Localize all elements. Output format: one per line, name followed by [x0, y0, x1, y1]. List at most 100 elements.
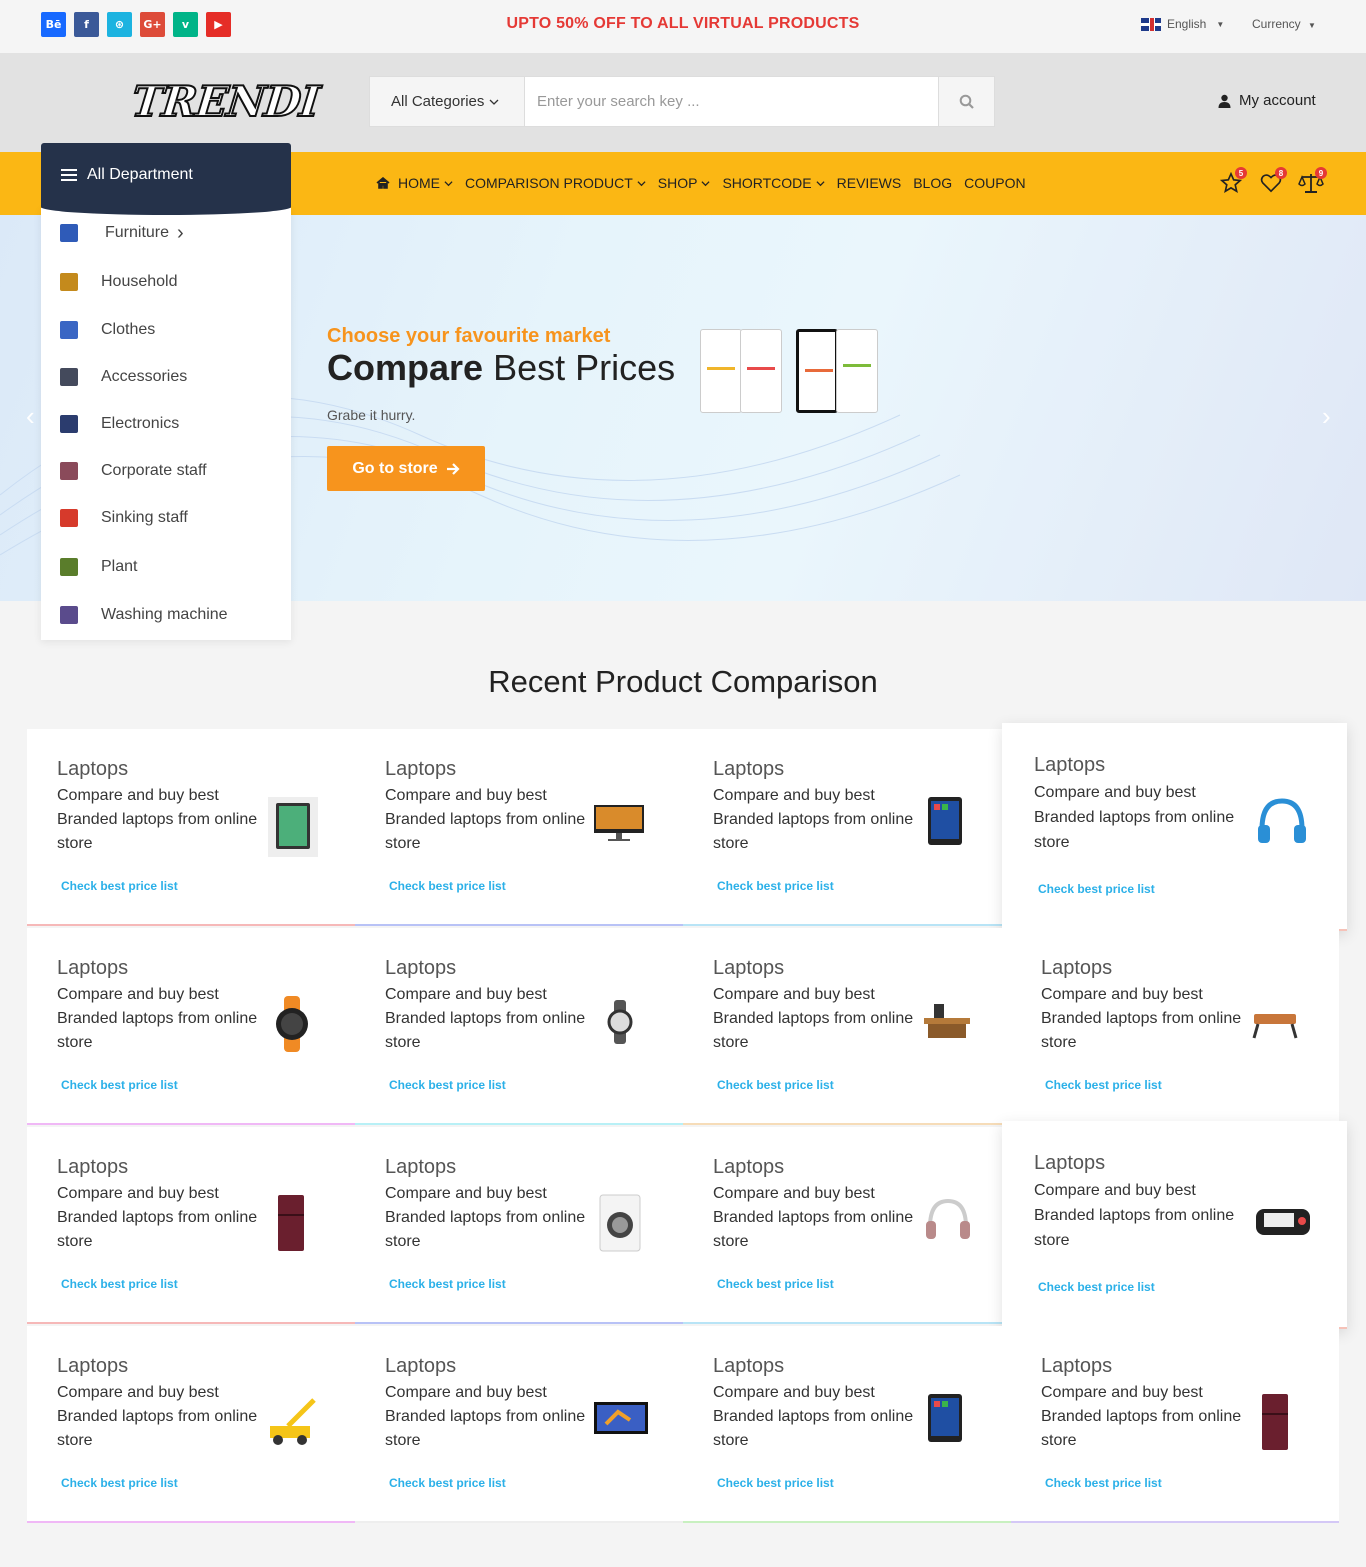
- nav-item-shortcode[interactable]: SHORTCODE: [722, 175, 825, 191]
- department-item-washing-machine[interactable]: Washing machine: [41, 603, 291, 627]
- hero-pretitle: Choose your favourite market: [327, 325, 611, 347]
- check-price-link[interactable]: Check best price list: [389, 879, 506, 893]
- nav-item-coupon[interactable]: COUPON: [964, 175, 1025, 191]
- desk-icon: [924, 1004, 970, 1038]
- comparison-card[interactable]: Laptops Compare and buy best Branded lapt…: [355, 729, 683, 926]
- search-category-label: All Categories: [391, 93, 485, 110]
- department-item-electronics[interactable]: Electronics: [41, 412, 291, 436]
- card-category: Laptops: [1041, 957, 1113, 979]
- card-category: Laptops: [385, 1355, 457, 1377]
- caret-down-icon: ▼: [1216, 19, 1225, 29]
- check-price-link[interactable]: Check best price list: [61, 879, 178, 893]
- nav-item-shop[interactable]: SHOP: [658, 175, 711, 191]
- smartphone-icon: [928, 797, 962, 845]
- nav-item-blog[interactable]: BLOG: [913, 175, 952, 191]
- check-price-link[interactable]: Check best price list: [1038, 882, 1155, 896]
- nav-actions: 5 8 9: [1218, 167, 1327, 195]
- comparison-card[interactable]: Laptops Compare and buy best Branded lapt…: [27, 1127, 355, 1324]
- card-category: Laptops: [57, 957, 129, 979]
- wishlist-button[interactable]: 8: [1258, 167, 1287, 195]
- comparison-card[interactable]: Laptops Compare and buy best Branded lapt…: [683, 729, 1011, 926]
- nav-item-label: SHOP: [657, 175, 698, 191]
- department-label: Washing machine: [101, 606, 228, 623]
- device-tablet-1: [700, 329, 742, 413]
- site-logo[interactable]: TRENDI: [128, 76, 322, 127]
- check-price-link[interactable]: Check best price list: [389, 1476, 506, 1490]
- nav-item-comparison-product[interactable]: COMPARISON PRODUCT: [465, 175, 646, 191]
- go-to-store-button[interactable]: Go to store: [327, 446, 485, 491]
- check-price-link[interactable]: Check best price list: [1045, 1476, 1162, 1490]
- department-item-plant[interactable]: Plant: [41, 555, 291, 579]
- currency-label: Currency: [1252, 17, 1301, 31]
- comparison-card[interactable]: Laptops Compare and buy best Branded lapt…: [355, 1127, 683, 1324]
- card-description: Compare and buy best Branded laptops fro…: [385, 986, 586, 1051]
- slider-prev-arrow[interactable]: ‹: [26, 401, 35, 432]
- compare-button[interactable]: 9: [1298, 167, 1327, 195]
- department-label: Clothes: [101, 321, 156, 338]
- comparison-card[interactable]: Laptops Compare and buy best Branded lapt…: [1002, 1121, 1347, 1329]
- comparison-card[interactable]: Laptops Compare and buy best Branded lapt…: [355, 1326, 683, 1523]
- plant-icon: [60, 558, 78, 576]
- comparison-card[interactable]: Laptops Compare and buy best Branded lapt…: [1011, 928, 1339, 1125]
- all-department-button[interactable]: All Department: [41, 143, 291, 215]
- check-price-link[interactable]: Check best price list: [61, 1078, 178, 1092]
- nav-item-home-icon: [376, 177, 390, 189]
- comparison-card[interactable]: Laptops Compare and buy best Branded lapt…: [27, 928, 355, 1125]
- search-button[interactable]: [938, 77, 994, 126]
- card-description: Compare and buy best Branded laptops fro…: [713, 1185, 914, 1250]
- department-item-clothes[interactable]: Clothes: [41, 318, 291, 342]
- washing-machine-icon: [60, 606, 78, 624]
- comparison-card[interactable]: Laptops Compare and buy best Branded lapt…: [27, 1326, 355, 1523]
- all-department-label: All Department: [87, 166, 193, 183]
- comparison-card[interactable]: Laptops Compare and buy best Branded lapt…: [683, 1127, 1011, 1324]
- chevron-down-icon: [701, 180, 710, 186]
- favorites-count: 5: [1235, 167, 1247, 179]
- department-item-corporate-staff[interactable]: Corporate staff: [41, 459, 291, 483]
- card-category: Laptops: [57, 1355, 129, 1377]
- headphones-icon: [1258, 798, 1306, 843]
- check-price-link[interactable]: Check best price list: [61, 1277, 178, 1291]
- check-price-link[interactable]: Check best price list: [389, 1277, 506, 1291]
- search-input[interactable]: [525, 77, 938, 126]
- user-icon: [1218, 94, 1231, 108]
- check-price-link[interactable]: Check best price list: [1045, 1078, 1162, 1092]
- card-description: Compare and buy best Branded laptops fro…: [713, 986, 914, 1051]
- check-price-link[interactable]: Check best price list: [61, 1476, 178, 1490]
- account-link[interactable]: My account: [1218, 92, 1316, 109]
- comparison-card[interactable]: Laptops Compare and buy best Branded lapt…: [1002, 723, 1347, 931]
- check-price-link[interactable]: Check best price list: [717, 1277, 834, 1291]
- check-price-link[interactable]: Check best price list: [717, 1078, 834, 1092]
- language-label: English: [1167, 17, 1207, 31]
- card-description: Compare and buy best Branded laptops fro…: [713, 1384, 914, 1449]
- uk-flag-icon: [1141, 17, 1161, 31]
- nav-item-reviews[interactable]: REVIEWS: [837, 175, 902, 191]
- chevron-right-icon: ›: [177, 221, 184, 244]
- check-price-link[interactable]: Check best price list: [717, 1476, 834, 1490]
- language-selector[interactable]: English ▼: [1141, 17, 1224, 31]
- favorites-button[interactable]: 5: [1218, 167, 1247, 195]
- card-description: Compare and buy best Branded laptops fro…: [1034, 1182, 1235, 1249]
- comparison-card[interactable]: Laptops Compare and buy best Branded lapt…: [27, 729, 355, 926]
- chevron-down-icon: [444, 180, 453, 186]
- department-item-accessories[interactable]: Accessories: [41, 365, 291, 389]
- department-label: Sinking staff: [101, 509, 188, 526]
- cuckoo-clock-icon: [60, 273, 78, 291]
- slider-next-arrow[interactable]: ›: [1322, 401, 1331, 432]
- department-item-furniture[interactable]: Furniture ›: [41, 221, 291, 245]
- department-item-sinking-staff[interactable]: Sinking staff: [41, 506, 291, 530]
- comparison-card[interactable]: Laptops Compare and buy best Branded lapt…: [1011, 1326, 1339, 1523]
- comparison-card[interactable]: Laptops Compare and buy best Branded lapt…: [683, 928, 1011, 1125]
- search-category-select[interactable]: All Categories: [370, 77, 525, 126]
- department-item-household[interactable]: Household: [41, 270, 291, 294]
- check-price-link[interactable]: Check best price list: [717, 879, 834, 893]
- department-menu: Furniture › Household Clothes Accessories Ele…: [41, 208, 291, 640]
- check-price-link[interactable]: Check best price list: [389, 1078, 506, 1092]
- currency-selector[interactable]: Currency ▼: [1252, 17, 1316, 31]
- comparison-card[interactable]: Laptops Compare and buy best Branded lapt…: [683, 1326, 1011, 1523]
- nav-item-home[interactable]: HOME: [398, 175, 453, 191]
- comparison-card[interactable]: Laptops Compare and buy best Branded lapt…: [355, 928, 683, 1125]
- card-description: Compare and buy best Branded laptops fro…: [57, 1185, 258, 1250]
- department-label: Electronics: [101, 415, 180, 432]
- department-label: Furniture: [105, 224, 170, 241]
- check-price-link[interactable]: Check best price list: [1038, 1280, 1155, 1294]
